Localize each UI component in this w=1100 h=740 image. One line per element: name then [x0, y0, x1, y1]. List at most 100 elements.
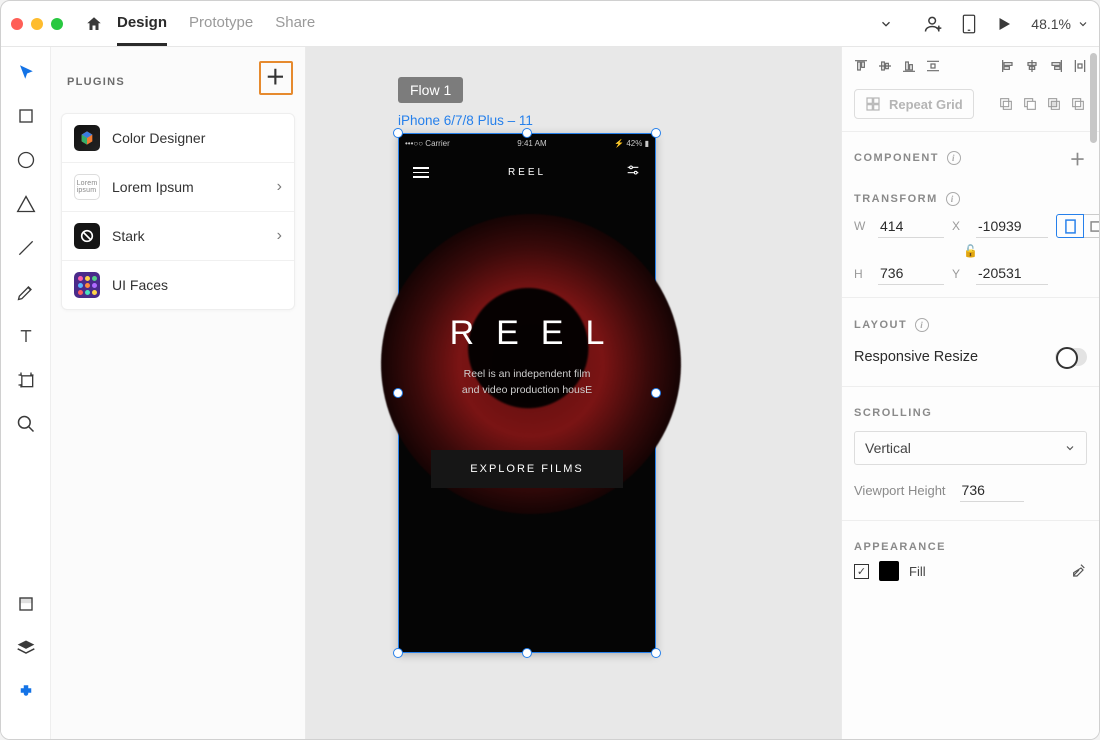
- artboard[interactable]: •••○○ Carrier 9:41 AM ⚡ 42% ▮ REEL REEL …: [398, 133, 656, 653]
- layers-panel-icon[interactable]: [15, 637, 37, 659]
- plugins-heading: PLUGINS: [67, 76, 125, 88]
- align-controls: [842, 47, 1099, 79]
- repeat-grid-label: Repeat Grid: [889, 97, 963, 112]
- distribute-h-icon[interactable]: [1069, 55, 1091, 77]
- home-icon[interactable]: [85, 15, 103, 33]
- select-tool-icon[interactable]: [15, 61, 37, 83]
- hero-title: REEL: [399, 314, 655, 353]
- phone-brand: REEL: [508, 167, 546, 178]
- zoom-control[interactable]: 48.1%: [1031, 16, 1089, 32]
- fill-swatch[interactable]: [879, 561, 899, 581]
- y-input[interactable]: [976, 262, 1048, 285]
- selection-handle[interactable]: [651, 388, 661, 398]
- play-icon[interactable]: [995, 15, 1013, 33]
- eyedropper-icon[interactable]: [1071, 562, 1087, 581]
- title-bar: Design Prototype Share 48.1%: [1, 1, 1099, 47]
- window-maximize-button[interactable]: [51, 18, 63, 30]
- artboard-title[interactable]: iPhone 6/7/8 Plus – 11: [398, 113, 533, 128]
- x-input[interactable]: [976, 215, 1048, 238]
- tab-prototype[interactable]: Prototype: [189, 2, 253, 46]
- boolean-ops: [997, 95, 1087, 113]
- plugins-panel-icon[interactable]: [15, 681, 37, 703]
- viewport-height-input[interactable]: [960, 479, 1024, 502]
- bool-intersect-icon[interactable]: [1045, 95, 1063, 113]
- settings-sliders-icon: [625, 162, 641, 183]
- tab-share[interactable]: Share: [275, 2, 315, 46]
- align-bottom-icon[interactable]: [898, 55, 920, 77]
- device-preview-icon[interactable]: [961, 14, 977, 34]
- plugin-label: UI Faces: [112, 277, 168, 293]
- workspace-tabs: Design Prototype Share: [117, 2, 315, 46]
- rectangle-tool-icon[interactable]: [15, 105, 37, 127]
- component-section-header: COMPONENT i ＋: [842, 132, 1099, 178]
- scrollbar[interactable]: [1090, 53, 1097, 143]
- info-icon[interactable]: i: [947, 151, 961, 165]
- plugin-item-stark[interactable]: Stark ›: [62, 212, 294, 261]
- top-right-controls: 48.1%: [923, 14, 1089, 34]
- layout-section-header: LAYOUT i: [842, 304, 1099, 340]
- plugin-item-ui-faces[interactable]: UI Faces: [62, 261, 294, 309]
- scrolling-select[interactable]: Vertical: [854, 431, 1087, 465]
- portrait-button[interactable]: [1056, 214, 1084, 238]
- landscape-button[interactable]: [1084, 214, 1100, 238]
- component-heading: COMPONENT: [854, 152, 939, 164]
- plugins-panel: PLUGINS ＋ Color Designer Loremipsum Lore…: [51, 47, 306, 739]
- transform-heading: TRANSFORM: [854, 193, 938, 205]
- align-right-icon[interactable]: [1045, 55, 1067, 77]
- height-input[interactable]: [878, 262, 944, 285]
- repeat-grid-button[interactable]: Repeat Grid: [854, 89, 974, 119]
- ellipse-tool-icon[interactable]: [15, 149, 37, 171]
- text-tool-icon[interactable]: [15, 325, 37, 347]
- responsive-resize-label: Responsive Resize: [854, 349, 978, 365]
- bool-exclude-icon[interactable]: [1069, 95, 1087, 113]
- distribute-v-icon[interactable]: [922, 55, 944, 77]
- plugin-icon: [74, 272, 100, 298]
- flow-tag[interactable]: Flow 1: [398, 77, 463, 103]
- selection-handle[interactable]: [522, 128, 532, 138]
- width-input[interactable]: [878, 215, 944, 238]
- responsive-resize-toggle[interactable]: [1055, 348, 1087, 366]
- tab-design[interactable]: Design: [117, 2, 167, 46]
- hero-section: REEL Reel is an independent film and vid…: [399, 314, 655, 399]
- bool-subtract-icon[interactable]: [1021, 95, 1039, 113]
- window-close-button[interactable]: [11, 18, 23, 30]
- inspector-panel: Repeat Grid COMPONENT i ＋ TRANSFORM i: [841, 47, 1099, 739]
- assets-panel-icon[interactable]: [15, 593, 37, 615]
- lock-aspect-icon[interactable]: 🔓: [842, 244, 1099, 262]
- selection-handle[interactable]: [522, 648, 532, 658]
- repeat-grid-icon: [865, 96, 881, 112]
- bool-union-icon[interactable]: [997, 95, 1015, 113]
- zoom-tool-icon[interactable]: [15, 413, 37, 435]
- window-minimize-button[interactable]: [31, 18, 43, 30]
- align-top-icon[interactable]: [850, 55, 872, 77]
- info-icon[interactable]: i: [946, 192, 960, 206]
- align-left-icon[interactable]: [997, 55, 1019, 77]
- selection-handle[interactable]: [393, 648, 403, 658]
- polygon-tool-icon[interactable]: [15, 193, 37, 215]
- plugin-label: Color Designer: [112, 130, 205, 146]
- appearance-section-header: APPEARANCE: [842, 527, 1099, 561]
- design-canvas[interactable]: Flow 1 iPhone 6/7/8 Plus – 11 •••○○ Carr…: [306, 47, 841, 739]
- add-plugin-button[interactable]: ＋: [259, 61, 293, 95]
- app-window: Design Prototype Share 48.1%: [0, 0, 1100, 740]
- info-icon[interactable]: i: [915, 318, 929, 332]
- selection-handle[interactable]: [651, 128, 661, 138]
- main-body: PLUGINS ＋ Color Designer Loremipsum Lore…: [1, 47, 1099, 739]
- align-vcenter-icon[interactable]: [874, 55, 896, 77]
- fill-checkbox[interactable]: ✓: [854, 564, 869, 579]
- pen-tool-icon[interactable]: [15, 281, 37, 303]
- add-component-icon[interactable]: ＋: [1069, 146, 1087, 170]
- selection-handle[interactable]: [393, 388, 403, 398]
- line-tool-icon[interactable]: [15, 237, 37, 259]
- plugin-item-color-designer[interactable]: Color Designer: [62, 114, 294, 163]
- selection-handle[interactable]: [393, 128, 403, 138]
- plugin-icon: Loremipsum: [74, 174, 100, 200]
- selection-handle[interactable]: [651, 648, 661, 658]
- document-menu-chevron-icon[interactable]: [879, 17, 893, 31]
- artboard-tool-icon[interactable]: [15, 369, 37, 391]
- viewport-height-label: Viewport Height: [854, 483, 946, 498]
- scrolling-section-header: SCROLLING: [842, 393, 1099, 427]
- plugin-item-lorem-ipsum[interactable]: Loremipsum Lorem Ipsum ›: [62, 163, 294, 212]
- invite-icon[interactable]: [923, 14, 943, 34]
- align-hcenter-icon[interactable]: [1021, 55, 1043, 77]
